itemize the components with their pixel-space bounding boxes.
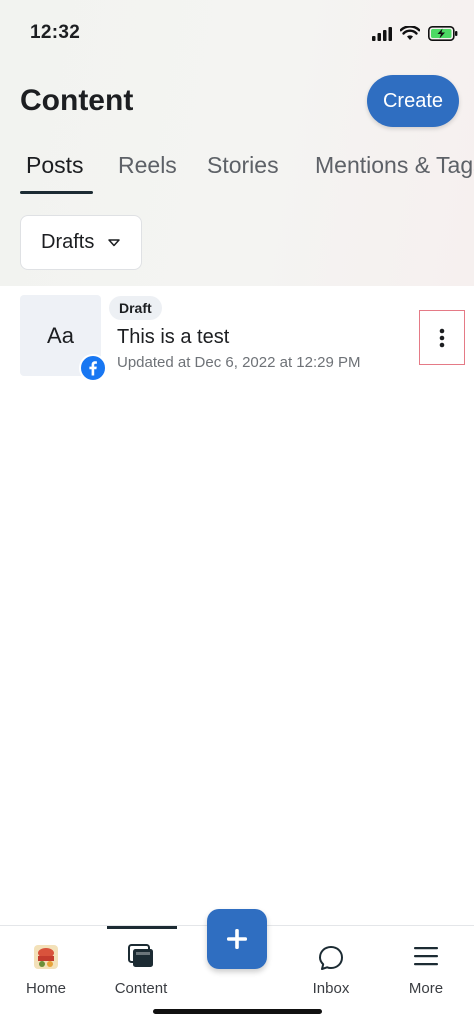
tab-stories[interactable]: Stories [207,152,279,179]
facebook-icon [79,354,107,382]
nav-active-indicator [107,926,177,929]
nav-home-label: Home [25,980,66,997]
home-indicator [153,1009,322,1014]
vertical-ellipsis-icon [439,328,445,347]
menu-icon [413,944,439,973]
filter-label: Drafts [41,231,95,253]
home-avatar-icon [33,944,59,975]
nav-inbox-label: Inbox [312,980,350,997]
tab-reels[interactable]: Reels [118,152,177,179]
tab-mentions-tags[interactable]: Mentions & Tags [315,152,474,179]
signal-icon [372,26,392,41]
active-tab-indicator [20,191,93,194]
tab-posts[interactable]: Posts [26,152,84,179]
nav-content-label: Content [114,980,168,997]
drafts-filter-dropdown[interactable]: Drafts [20,215,142,270]
wifi-icon [400,26,420,40]
page-title: Content [20,84,134,117]
battery-charging-icon [428,26,458,41]
content-icon [128,944,154,973]
post-title: This is a test [117,326,230,348]
nav-more-label: More [408,980,444,997]
chat-bubble-icon [317,944,345,977]
nav-home[interactable]: Home [1,926,91,1026]
status-icons [372,26,458,41]
draft-status-badge: Draft [109,296,162,320]
caret-down-icon [108,238,121,246]
plus-icon [227,929,247,949]
post-list-item[interactable]: Aa Draft This is a test Updated at Dec 6… [0,286,474,386]
create-button[interactable]: Create [367,75,459,127]
post-updated-timestamp: Updated at Dec 6, 2022 at 12:29 PM [117,354,361,371]
add-button[interactable] [207,909,267,969]
status-time: 12:32 [30,22,81,43]
nav-more[interactable]: More [381,926,471,1026]
content-tabs: Posts Reels Stories Mentions & Tags [0,150,474,194]
more-options-button[interactable] [419,310,465,365]
